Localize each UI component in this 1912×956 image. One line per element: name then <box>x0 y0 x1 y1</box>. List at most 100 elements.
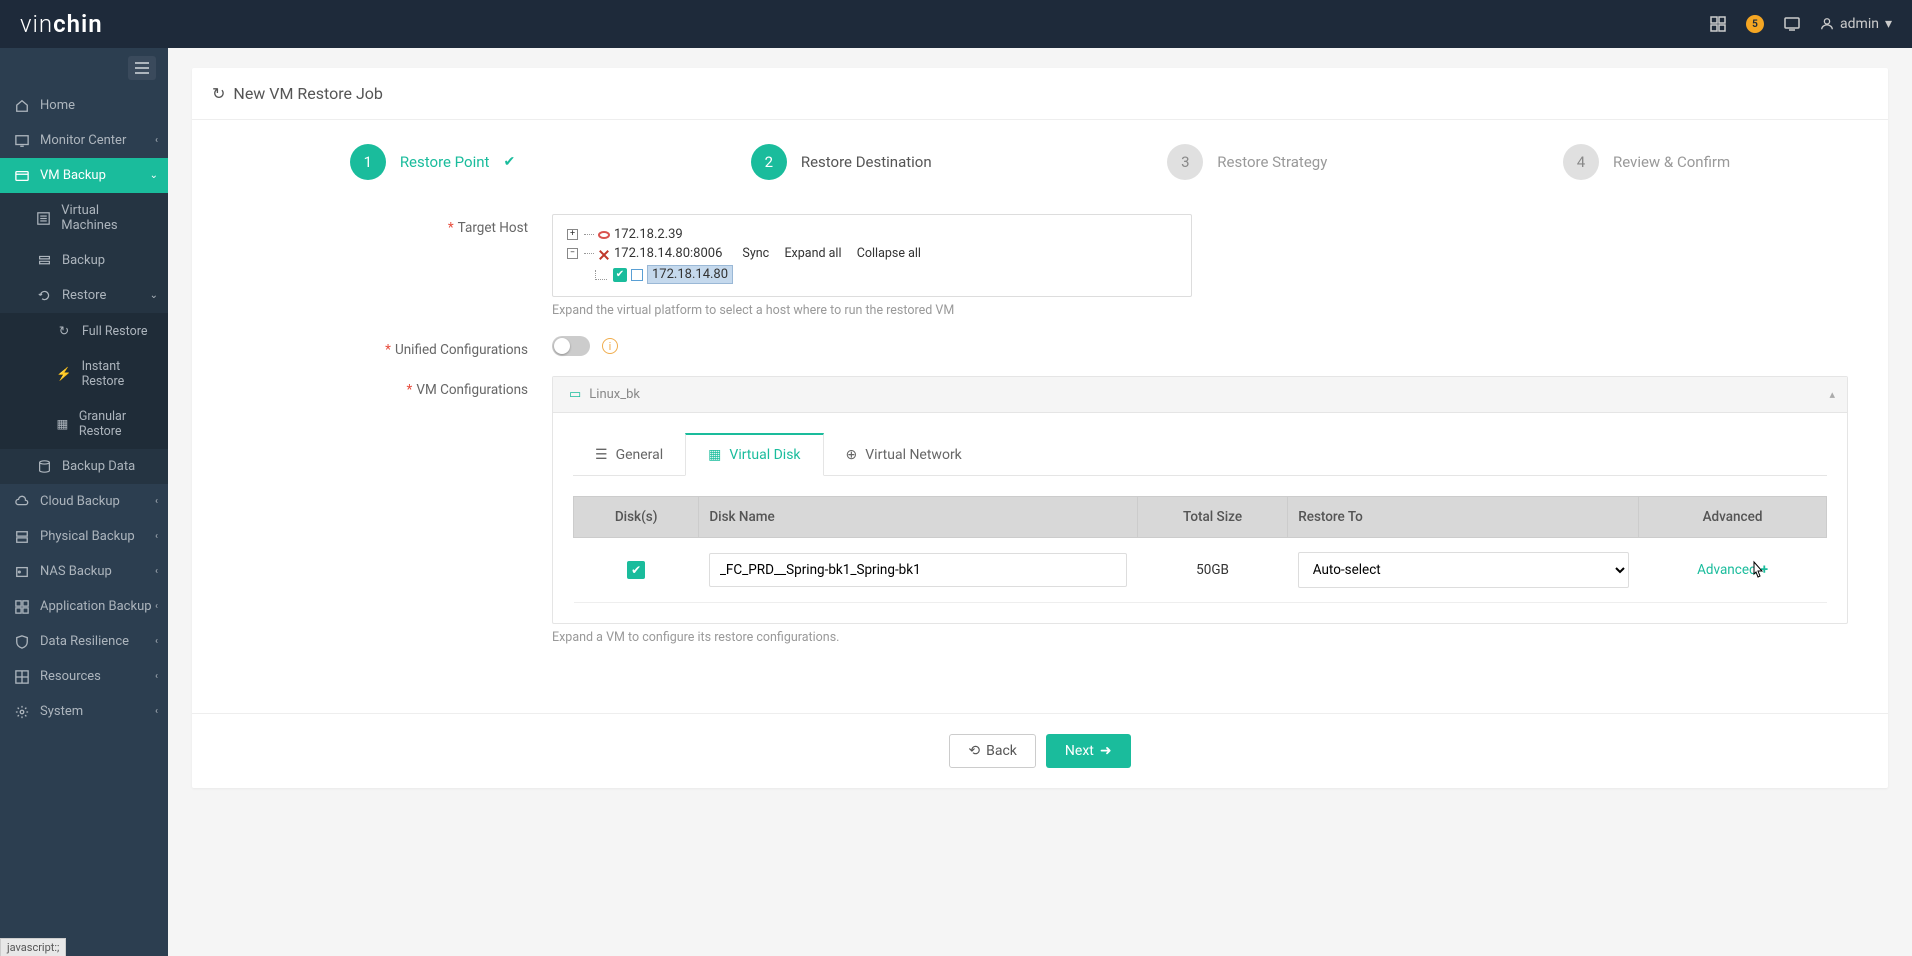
wizard-panel: ↻ New VM Restore Job 1 Restore Point ✔ 2… <box>192 68 1888 788</box>
step-label: Restore Destination <box>801 153 932 171</box>
brand-part1: vin <box>20 10 53 38</box>
nav-backup-label: Backup <box>62 253 105 268</box>
chevron-icon: ‹ <box>155 601 158 612</box>
tree-sync-link[interactable]: Sync <box>742 246 769 261</box>
nav-system[interactable]: System ‹ <box>0 694 168 729</box>
nav-home[interactable]: Home <box>0 88 168 123</box>
nav-restore-label: Restore <box>62 288 106 303</box>
chevron-down-icon: ▾ <box>1885 16 1892 32</box>
tree-expand-link[interactable]: Expand all <box>784 246 841 261</box>
step-restore-strategy[interactable]: 3 Restore Strategy <box>1167 144 1327 180</box>
nav-instant-restore[interactable]: ⚡ Instant Restore <box>0 349 168 399</box>
wizard-steps: 1 Restore Point ✔ 2 Restore Destination … <box>192 120 1888 204</box>
tree-collapse-link[interactable]: Collapse all <box>857 246 921 261</box>
form-area: *Target Host + 172.18.2.39 − <box>192 204 1888 693</box>
host-error-icon <box>598 248 610 260</box>
disk-row: ✔ 50GB Auto-select <box>574 538 1827 603</box>
screen-icon[interactable] <box>1782 14 1802 34</box>
step-restore-point[interactable]: 1 Restore Point ✔ <box>350 144 515 180</box>
sidebar-toggle-button[interactable] <box>128 56 156 80</box>
chevron-icon: ‹ <box>155 566 158 577</box>
panel-header: ↻ New VM Restore Job <box>192 68 1888 120</box>
tree-node-2[interactable]: − 172.18.14.80:8006 Sync Expand all Coll… <box>567 244 1177 263</box>
nav-backup-data[interactable]: Backup Data <box>0 449 168 484</box>
nav-nas-backup[interactable]: NAS Backup ‹ <box>0 554 168 589</box>
arrow-left-icon: ⟲ <box>968 743 980 759</box>
nav-backup[interactable]: Backup <box>0 243 168 278</box>
checkbox-checked-icon[interactable]: ✔ <box>613 268 627 282</box>
collapse-icon[interactable]: ▴ <box>1829 388 1835 401</box>
nav-virtual-machines[interactable]: Virtual Machines <box>0 193 168 243</box>
nav-resources-label: Resources <box>40 669 101 684</box>
gear-icon <box>14 705 30 719</box>
info-icon[interactable]: i <box>602 338 618 354</box>
step-number: 2 <box>751 144 787 180</box>
tab-virtual-network[interactable]: ⊕ Virtual Network <box>824 433 984 475</box>
disk-name-input[interactable] <box>709 553 1128 587</box>
nav-bdata-label: Backup Data <box>62 459 135 474</box>
nav-restore[interactable]: Restore ⌄ <box>0 278 168 313</box>
vm-name: Linux_bk <box>589 387 640 402</box>
row-vm-config: *VM Configurations ▭ Linux_bk ▴ <box>232 376 1848 645</box>
vm-icon <box>14 169 30 183</box>
tab-virtual-disk[interactable]: ▦ Virtual Disk <box>685 433 823 476</box>
notification-badge[interactable]: 5 <box>1746 15 1764 33</box>
nav-physical-backup[interactable]: Physical Backup ‹ <box>0 519 168 554</box>
nav-instant-label: Instant Restore <box>82 359 154 389</box>
refresh-icon: ↻ <box>212 84 225 103</box>
th-totalsize: Total Size <box>1137 497 1287 538</box>
app-icon <box>14 600 30 614</box>
nav-cloud-label: Cloud Backup <box>40 494 120 509</box>
nav-granular-restore[interactable]: ▦ Granular Restore <box>0 399 168 449</box>
tab-general-label: General <box>616 447 664 463</box>
step-number: 4 <box>1563 144 1599 180</box>
nav-vm-backup[interactable]: VM Backup ⌄ <box>0 158 168 193</box>
disk-checkbox[interactable]: ✔ <box>627 561 645 579</box>
row-target-host: *Target Host + 172.18.2.39 − <box>232 214 1848 318</box>
nav-vms-label: Virtual Machines <box>61 203 154 233</box>
step-review-confirm[interactable]: 4 Review & Confirm <box>1563 144 1730 180</box>
back-button[interactable]: ⟲ Back <box>949 734 1036 768</box>
arrow-right-icon: ➜ <box>1100 743 1112 759</box>
nav-full-restore[interactable]: ↻ Full Restore <box>0 313 168 349</box>
cloud-icon <box>14 495 30 509</box>
th-disks: Disk(s) <box>574 497 699 538</box>
nav-data-resilience[interactable]: Data Resilience ‹ <box>0 624 168 659</box>
nav-granular-label: Granular Restore <box>79 409 154 439</box>
refresh-icon: ↻ <box>56 323 72 339</box>
th-advanced: Advanced <box>1639 497 1827 538</box>
expand-icon[interactable]: + <box>567 229 578 240</box>
backup-icon <box>36 254 52 267</box>
advanced-label: Advanced <box>1697 562 1757 578</box>
vm-panel-header[interactable]: ▭ Linux_bk ▴ <box>553 377 1847 413</box>
tree-child-host[interactable]: ✔ 172.18.14.80 <box>595 263 1177 286</box>
nav-monitor[interactable]: Monitor Center ‹ <box>0 123 168 158</box>
tree-node-ip: 172.18.2.39 <box>614 227 683 242</box>
nav-resources[interactable]: Resources ‹ <box>0 659 168 694</box>
main-content: ↻ New VM Restore Job 1 Restore Point ✔ 2… <box>168 48 1912 956</box>
nav-app-backup[interactable]: Application Backup ‹ <box>0 589 168 624</box>
step-restore-destination[interactable]: 2 Restore Destination <box>751 144 932 180</box>
tab-vdisk-label: Virtual Disk <box>729 447 800 463</box>
collapse-icon[interactable]: − <box>567 248 578 259</box>
advanced-link[interactable]: Advanced + <box>1697 562 1768 578</box>
vm-icon: ▭ <box>569 387 581 402</box>
next-button[interactable]: Next ➜ <box>1046 734 1131 768</box>
unified-toggle[interactable] <box>552 336 590 356</box>
dashboard-icon[interactable] <box>1708 14 1728 34</box>
label-target-host: *Target Host <box>232 214 552 236</box>
nav-cloud-backup[interactable]: Cloud Backup ‹ <box>0 484 168 519</box>
nav-home-label: Home <box>40 98 75 113</box>
page-title: New VM Restore Job <box>233 84 382 103</box>
tree-node-1[interactable]: + 172.18.2.39 <box>567 225 1177 244</box>
nav-nas-label: NAS Backup <box>40 564 112 579</box>
chevron-down-icon: ⌄ <box>150 290 158 301</box>
restore-to-select[interactable]: Auto-select <box>1298 552 1629 588</box>
tab-general[interactable]: ☰ General <box>573 433 685 475</box>
user-menu[interactable]: admin ▾ <box>1820 16 1892 32</box>
nav-physical-label: Physical Backup <box>40 529 135 544</box>
disk-size: 50GB <box>1137 538 1287 603</box>
nav-monitor-label: Monitor Center <box>40 133 126 148</box>
chevron-icon: ‹ <box>155 531 158 542</box>
sliders-icon: ☰ <box>595 447 608 463</box>
